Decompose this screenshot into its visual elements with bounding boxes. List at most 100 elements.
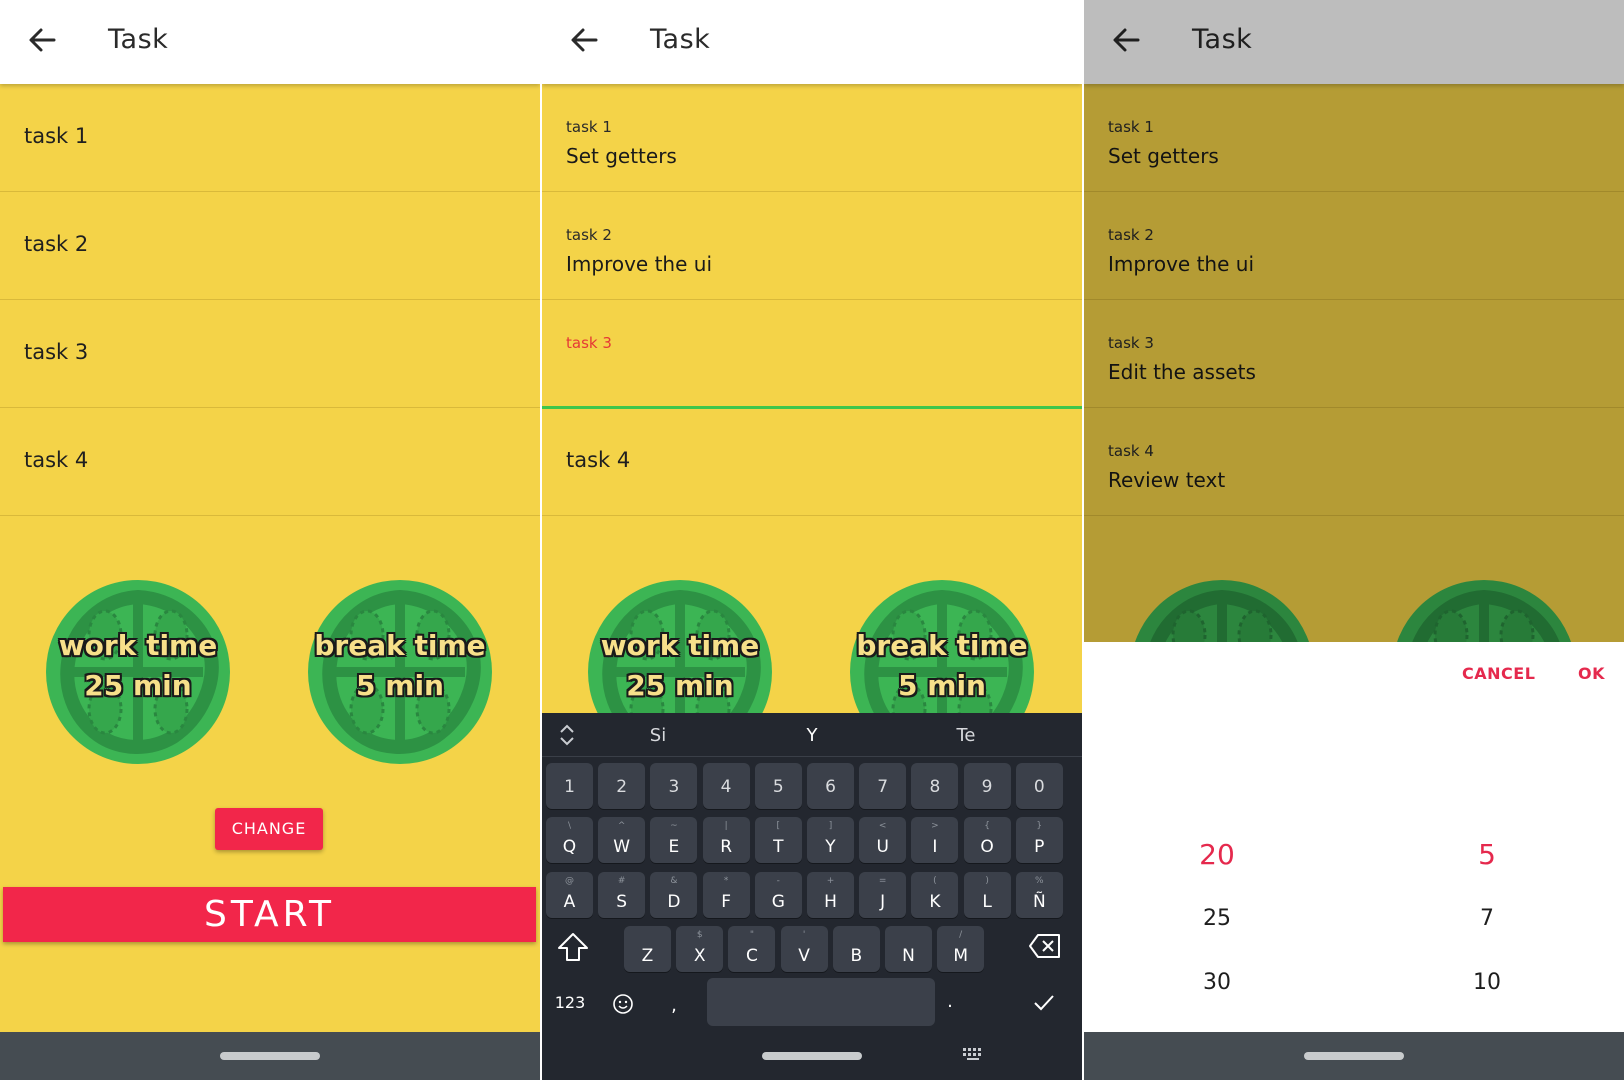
key-label: J (880, 892, 886, 912)
key-m[interactable]: / M (937, 926, 985, 972)
task-field-2[interactable]: task 2 Improve the ui (542, 192, 1082, 300)
start-button[interactable]: START (3, 887, 536, 942)
space-bar[interactable] (707, 978, 935, 1026)
work-minutes-selected[interactable]: 20 (1157, 838, 1277, 871)
key-n[interactable]: N (885, 926, 932, 972)
backspace-icon[interactable] (1028, 933, 1062, 959)
back-arrow-icon[interactable] (24, 22, 60, 58)
key-hint: - (776, 876, 780, 886)
key-h[interactable]: + H (807, 872, 854, 918)
key-hint: < (878, 821, 887, 831)
task-screen-time-picker: Task task 1 Set getters task 2 Improve t… (1084, 0, 1624, 1080)
task-row-2[interactable]: task 2 (0, 192, 540, 300)
key-f[interactable]: * F (702, 872, 750, 918)
suggestion-3[interactable]: Te (926, 725, 1006, 746)
key-label: Q (562, 837, 577, 857)
suggestion-2[interactable]: Y (772, 725, 852, 746)
work-minutes-option[interactable]: 25 (1157, 906, 1277, 931)
back-arrow-icon[interactable] (566, 22, 602, 58)
key-b[interactable]: B (832, 926, 880, 972)
key-e[interactable]: ~ E (650, 817, 698, 863)
key-8[interactable]: 8 (911, 763, 959, 809)
break-time-tomato[interactable]: break time 5 min (305, 577, 495, 767)
key-label: 0 (1033, 777, 1045, 797)
key-6[interactable]: 6 (807, 763, 854, 809)
numeric-mode-key[interactable]: 123 (550, 993, 590, 1012)
key-9[interactable]: 9 (963, 763, 1011, 809)
app-bar: Task (542, 0, 1082, 84)
task-row-3[interactable]: task 3 (0, 300, 540, 408)
key-hint: / (959, 930, 963, 940)
home-gesture-pill[interactable] (762, 1052, 862, 1060)
expand-toggle-icon[interactable] (556, 723, 578, 747)
key-hint: $ (696, 930, 703, 940)
key-j[interactable]: = J (859, 872, 907, 918)
task-field-label: task 2 (566, 226, 612, 244)
key-3[interactable]: 3 (650, 763, 698, 809)
key-hint: \ (567, 821, 572, 831)
home-gesture-pill[interactable] (1304, 1052, 1404, 1060)
task-field-label: task 1 (566, 118, 612, 136)
key-ñ[interactable]: % Ñ (1015, 872, 1063, 918)
key-g[interactable]: -G (754, 872, 802, 918)
home-gesture-pill[interactable] (220, 1052, 320, 1060)
key-y[interactable]: ] Y (807, 817, 854, 863)
key-o[interactable]: {O (963, 817, 1011, 863)
key-label: H (824, 892, 837, 912)
key-label: 3 (668, 777, 680, 797)
task-field-1[interactable]: task 1 Set getters (542, 84, 1082, 192)
break-minutes-selected[interactable]: 5 (1427, 838, 1547, 871)
key-t[interactable]: [T (754, 817, 802, 863)
break-minutes-option[interactable]: 7 (1427, 906, 1547, 931)
break-minutes-option[interactable]: 10 (1427, 970, 1547, 995)
task-screen-editing: Task task 1 Set getters task 2 Improve t… (542, 0, 1082, 1080)
emoji-icon[interactable] (612, 993, 634, 1015)
key-z[interactable]: Z (624, 926, 671, 972)
cancel-button[interactable]: CANCEL (1462, 664, 1535, 683)
key-1[interactable]: 1 (546, 763, 593, 809)
suggestion-1[interactable]: Si (618, 725, 698, 746)
key-r[interactable]: | R (702, 817, 750, 863)
shift-icon[interactable] (556, 931, 590, 963)
task-field-3-focused[interactable]: task 3 (542, 300, 1082, 409)
key-l[interactable]: ) L (963, 872, 1011, 918)
key-hint: ~ (670, 821, 678, 831)
key-v[interactable]: ' V (780, 926, 828, 972)
key-w[interactable]: ^ W (598, 817, 646, 863)
key-label: 7 (877, 777, 889, 797)
key-c[interactable]: " C (728, 926, 776, 972)
change-button[interactable]: CHANGE (215, 808, 323, 850)
work-minutes-option[interactable]: 30 (1157, 970, 1277, 995)
key-label: U (876, 837, 889, 857)
key-p[interactable]: } P (1015, 817, 1063, 863)
work-time-tomato[interactable]: work time 25 min (43, 577, 233, 767)
keyboard-switch-icon[interactable] (962, 1047, 986, 1063)
done-check-icon[interactable] (1032, 993, 1056, 1013)
key-i[interactable]: > I (911, 817, 959, 863)
key-x[interactable]: $ X (676, 926, 724, 972)
key-0[interactable]: 0 (1015, 763, 1063, 809)
task-row-1[interactable]: task 1 (0, 84, 540, 192)
key-k[interactable]: (K (911, 872, 959, 918)
key-d[interactable]: & D (650, 872, 698, 918)
key-7[interactable]: 7 (859, 763, 907, 809)
task-row-4[interactable]: task 4 (0, 408, 540, 516)
key-label: T (773, 837, 784, 857)
key-u[interactable]: < U (859, 817, 907, 863)
key-hint: * (723, 876, 729, 886)
key-a[interactable]: @ A (546, 872, 593, 918)
suggestion-bar: Si Y Te (542, 713, 1082, 757)
period-key[interactable]: . (940, 991, 960, 1012)
ok-button[interactable]: OK (1578, 664, 1605, 683)
key-5[interactable]: 5 (754, 763, 802, 809)
task-row-4[interactable]: task 4 (542, 408, 1082, 516)
key-label: E (668, 837, 680, 857)
key-q[interactable]: \ Q (546, 817, 593, 863)
key-label: S (616, 892, 628, 912)
key-s[interactable]: # S (598, 872, 646, 918)
key-hint: " (749, 930, 754, 940)
key-label: N (902, 946, 915, 966)
key-4[interactable]: 4 (702, 763, 750, 809)
comma-key[interactable]: , (664, 995, 684, 1016)
key-2[interactable]: 2 (598, 763, 646, 809)
